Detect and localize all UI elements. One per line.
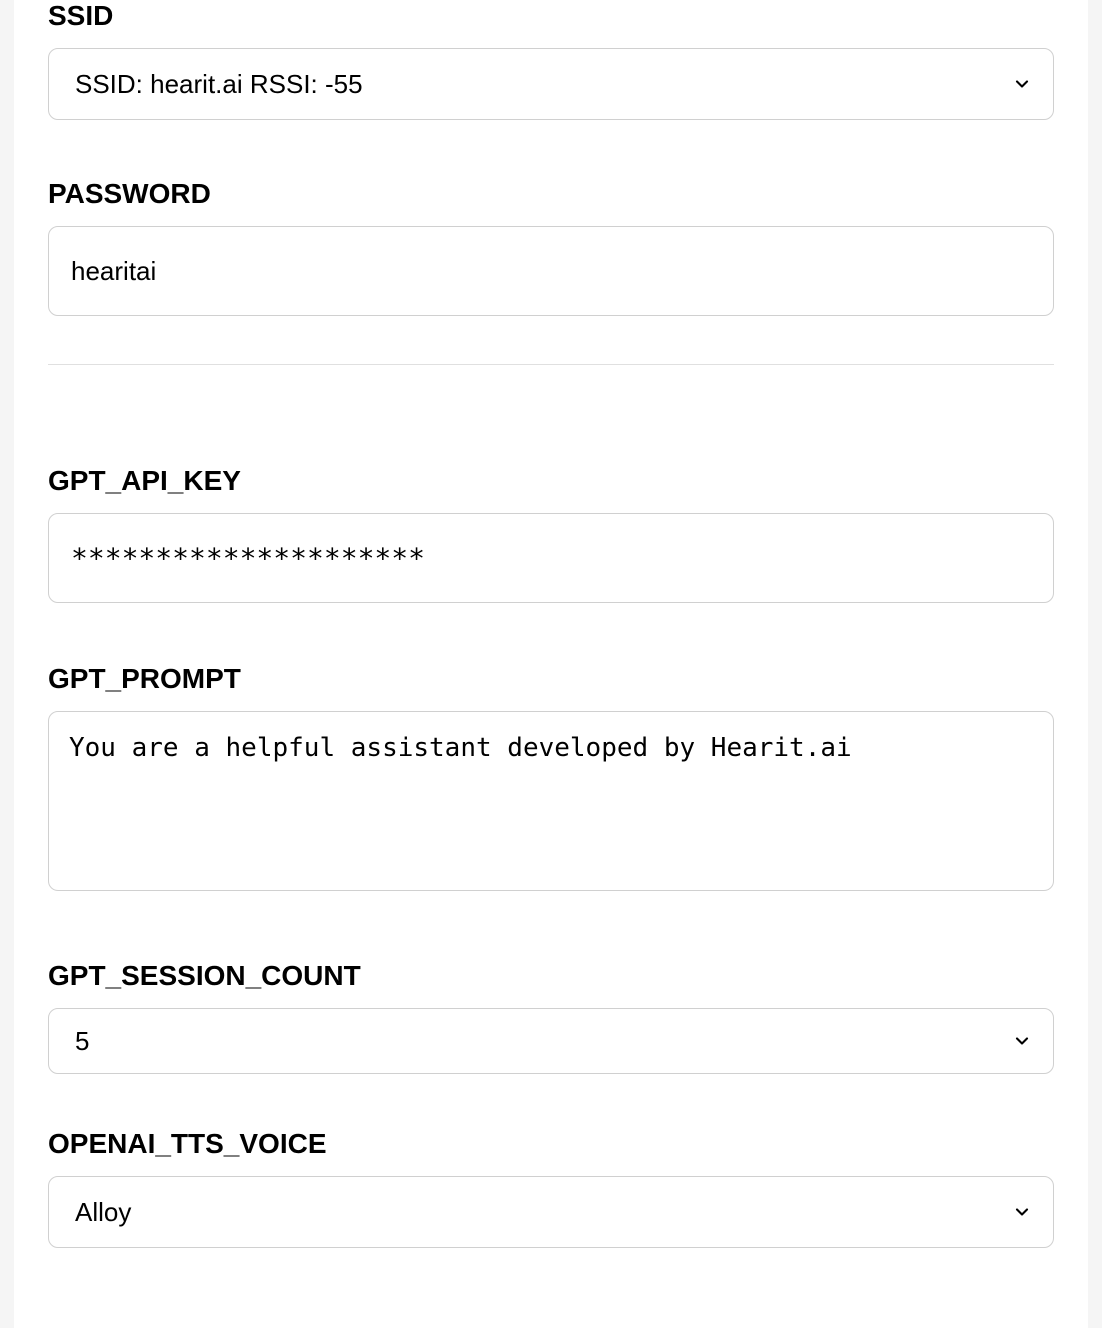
openai-tts-voice-select-wrapper: Alloy bbox=[48, 1176, 1054, 1248]
field-ssid: SSID SSID: hearit.ai RSSI: -55 bbox=[48, 0, 1054, 120]
ssid-label: SSID bbox=[48, 0, 1054, 32]
password-input[interactable] bbox=[48, 226, 1054, 316]
openai-tts-voice-value: Alloy bbox=[75, 1197, 131, 1228]
field-gpt-api-key: GPT_API_KEY bbox=[48, 465, 1054, 603]
gpt-session-count-select-wrapper: 5 bbox=[48, 1008, 1054, 1074]
openai-tts-voice-label: OPENAI_TTS_VOICE bbox=[48, 1128, 1054, 1160]
field-gpt-session-count: GPT_SESSION_COUNT 5 bbox=[48, 960, 1054, 1074]
gpt-prompt-textarea[interactable] bbox=[48, 711, 1054, 891]
ssid-select-value: SSID: hearit.ai RSSI: -55 bbox=[75, 69, 363, 100]
gpt-session-count-label: GPT_SESSION_COUNT bbox=[48, 960, 1054, 992]
settings-form: SSID SSID: hearit.ai RSSI: -55 PASSWORD … bbox=[14, 0, 1088, 1328]
field-gpt-prompt: GPT_PROMPT bbox=[48, 663, 1054, 896]
password-label: PASSWORD bbox=[48, 178, 1054, 210]
gpt-session-count-select[interactable]: 5 bbox=[48, 1008, 1054, 1074]
openai-tts-voice-select[interactable]: Alloy bbox=[48, 1176, 1054, 1248]
ssid-select[interactable]: SSID: hearit.ai RSSI: -55 bbox=[48, 48, 1054, 120]
gpt-session-count-value: 5 bbox=[75, 1026, 89, 1057]
field-password: PASSWORD bbox=[48, 178, 1054, 316]
field-openai-tts-voice: OPENAI_TTS_VOICE Alloy bbox=[48, 1128, 1054, 1248]
gpt-api-key-input[interactable] bbox=[48, 513, 1054, 603]
gpt-prompt-label: GPT_PROMPT bbox=[48, 663, 1054, 695]
ssid-select-wrapper: SSID: hearit.ai RSSI: -55 bbox=[48, 48, 1054, 120]
gpt-api-key-label: GPT_API_KEY bbox=[48, 465, 1054, 497]
section-divider bbox=[48, 364, 1054, 365]
